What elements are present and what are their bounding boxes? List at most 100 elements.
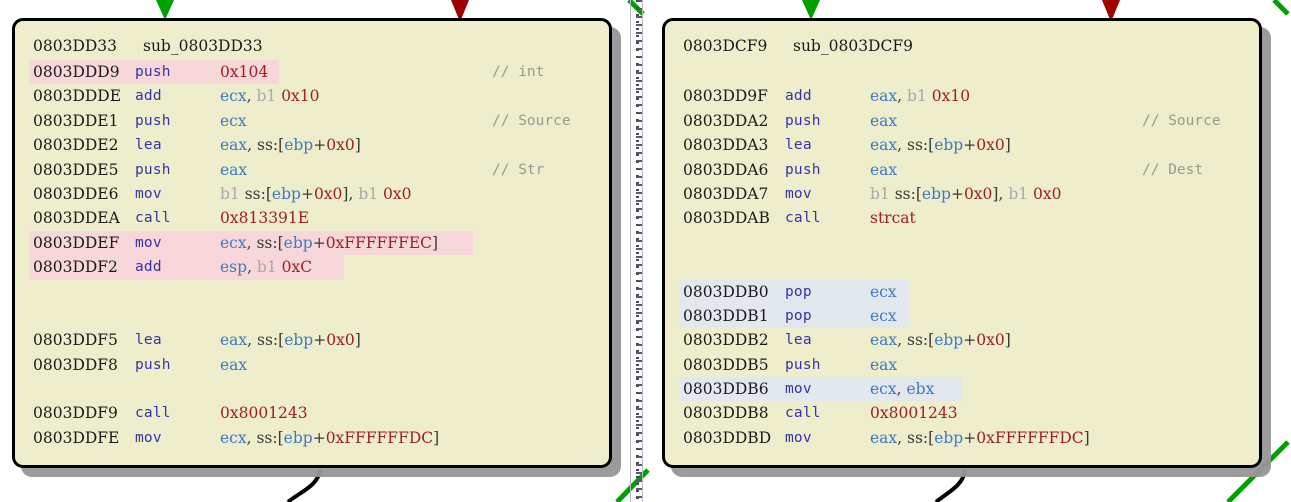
instruction-address[interactable]: 0803DDB5 — [683, 353, 769, 377]
code-row[interactable]: 0803DDB6 mov ecx, ebx — [665, 377, 1259, 402]
instruction-mnemonic[interactable]: add — [135, 255, 162, 279]
instruction-mnemonic[interactable]: add — [785, 84, 812, 108]
instruction-operands[interactable]: eax — [220, 158, 247, 182]
instruction-mnemonic[interactable]: push — [785, 158, 821, 182]
instruction-operands[interactable]: eax, ss:[ebp+0xFFFFFFDC] — [870, 426, 1090, 450]
instruction-operands[interactable]: eax, ss:[ebp+0x0] — [220, 133, 361, 157]
instruction-address[interactable]: 0803DDE1 — [33, 109, 118, 133]
instruction-mnemonic[interactable]: push — [135, 353, 171, 377]
disassembly-block-left[interactable]: 0803DD33 sub_0803DD33 0803DDD9 push 0x104 // … — [12, 18, 612, 468]
code-row[interactable]: 0803DDA2 push eax // Source — [665, 109, 1259, 133]
instruction-mnemonic[interactable]: mov — [135, 182, 162, 206]
instruction-mnemonic[interactable]: mov — [135, 231, 162, 255]
instruction-address[interactable]: 0803DDB1 — [683, 304, 769, 328]
instruction-operands[interactable]: eax — [870, 109, 897, 133]
code-row[interactable]: 0803DDEA call 0x813391E — [15, 206, 609, 230]
instruction-operands[interactable]: ecx, ss:[ebp+0xFFFFFFEC] — [220, 231, 438, 255]
instruction-address[interactable]: 0803DDDE — [33, 84, 121, 108]
code-row[interactable]: 0803DDD9 push 0x104 // int — [15, 60, 609, 85]
code-row[interactable]: 0803DDA6 push eax // Dest — [665, 158, 1259, 182]
code-row[interactable]: 0803DDB5 push eax — [665, 353, 1259, 377]
instruction-mnemonic[interactable]: mov — [785, 426, 812, 450]
code-row[interactable]: 0803DD9F add eax, b1 0x10 — [665, 84, 1259, 108]
instruction-mnemonic[interactable]: pop — [785, 304, 812, 328]
instruction-address[interactable]: 0803DDAB — [683, 206, 770, 230]
code-row[interactable]: 0803DDDE add ecx, b1 0x10 — [15, 84, 609, 108]
code-row[interactable]: 0803DDF2 add esp, b1 0xC — [15, 255, 609, 280]
instruction-address[interactable]: 0803DDEA — [33, 206, 120, 230]
instruction-operands[interactable]: 0x813391E — [220, 206, 309, 230]
instruction-mnemonic[interactable]: push — [785, 353, 821, 377]
instruction-mnemonic[interactable]: add — [135, 84, 162, 108]
instruction-operands[interactable]: eax — [870, 353, 897, 377]
code-row[interactable]: 0803DDA7 mov b1 ss:[ebp+0x0], b1 0x0 — [665, 182, 1259, 206]
instruction-operands[interactable]: ecx — [870, 280, 897, 304]
function-header-name[interactable]: sub_0803DD33 — [143, 34, 263, 58]
instruction-mnemonic[interactable]: call — [785, 401, 821, 425]
code-row[interactable]: 0803DDF8 push eax — [15, 353, 609, 377]
instruction-address[interactable]: 0803DDF2 — [33, 255, 118, 279]
instruction-address[interactable]: 0803DD9F — [683, 84, 768, 108]
code-row[interactable]: 0803DDE6 mov b1 ss:[ebp+0x0], b1 0x0 — [15, 182, 609, 206]
instruction-address[interactable]: 0803DDD9 — [33, 60, 120, 84]
instruction-mnemonic[interactable]: mov — [785, 377, 812, 401]
instruction-address[interactable]: 0803DDF5 — [33, 328, 118, 352]
instruction-operands[interactable]: esp, b1 0xC — [220, 255, 312, 279]
code-row[interactable]: 0803DDB1 pop ecx — [665, 303, 1259, 329]
instruction-address[interactable]: 0803DDB0 — [683, 280, 769, 304]
instruction-mnemonic[interactable]: push — [135, 109, 171, 133]
instruction-mnemonic[interactable]: mov — [135, 426, 162, 450]
code-row[interactable]: 0803DDB2 lea eax, ss:[ebp+0x0] — [665, 328, 1259, 352]
instruction-operands[interactable]: b1 ss:[ebp+0x0], b1 0x0 — [220, 182, 412, 206]
code-row[interactable]: 0803DDFE mov ecx, ss:[ebp+0xFFFFFFDC] — [15, 426, 609, 450]
instruction-operands[interactable]: ecx — [220, 109, 247, 133]
code-row[interactable]: 0803DDB0 pop ecx — [665, 279, 1259, 304]
instruction-operands[interactable]: b1 ss:[ebp+0x0], b1 0x0 — [870, 182, 1062, 206]
instruction-address[interactable]: 0803DDB8 — [683, 401, 769, 425]
code-row[interactable]: 0803DDAB call strcat — [665, 206, 1259, 230]
instruction-operands[interactable]: eax, ss:[ebp+0x0] — [870, 133, 1011, 157]
instruction-address[interactable]: 0803DDA2 — [683, 109, 768, 133]
instruction-address[interactable]: 0803DDE2 — [33, 133, 118, 157]
instruction-operands[interactable]: eax, ss:[ebp+0x0] — [870, 328, 1011, 352]
instruction-mnemonic[interactable]: pop — [785, 280, 812, 304]
code-row[interactable]: 0803DDB8 call 0x8001243 — [665, 401, 1259, 425]
disassembly-block-right[interactable]: 0803DCF9 sub_0803DCF9 0803DD9F add eax, b1 0… — [662, 18, 1262, 468]
instruction-address[interactable]: 0803DDA6 — [683, 158, 768, 182]
instruction-address[interactable]: 0803DDE5 — [33, 158, 118, 182]
instruction-operands[interactable]: eax, b1 0x10 — [870, 84, 970, 108]
instruction-address[interactable]: 0803DDB6 — [683, 377, 769, 401]
code-row[interactable]: 0803DDA3 lea eax, ss:[ebp+0x0] — [665, 133, 1259, 157]
instruction-mnemonic[interactable]: call — [785, 206, 821, 230]
instruction-operands[interactable]: eax — [220, 353, 247, 377]
instruction-mnemonic[interactable]: lea — [135, 133, 162, 157]
code-row[interactable]: 0803DDE5 push eax // Str — [15, 158, 609, 182]
instruction-operands[interactable]: 0x104 — [220, 60, 268, 84]
instruction-operands[interactable]: 0x8001243 — [220, 401, 308, 425]
function-header-name[interactable]: sub_0803DCF9 — [793, 34, 913, 58]
code-row[interactable]: 0803DDE1 push ecx // Source — [15, 109, 609, 133]
instruction-address[interactable]: 0803DDF9 — [33, 401, 118, 425]
instruction-address[interactable]: 0803DDEF — [33, 231, 119, 255]
instruction-mnemonic[interactable]: push — [135, 60, 171, 84]
instruction-mnemonic[interactable]: call — [135, 401, 171, 425]
instruction-mnemonic[interactable]: mov — [785, 182, 812, 206]
code-row[interactable]: 0803DDE2 lea eax, ss:[ebp+0x0] — [15, 133, 609, 157]
instruction-operands[interactable]: strcat — [870, 206, 916, 230]
instruction-operands[interactable]: eax, ss:[ebp+0x0] — [220, 328, 361, 352]
code-row[interactable]: 0803DDBD mov eax, ss:[ebp+0xFFFFFFDC] — [665, 426, 1259, 450]
code-row[interactable]: 0803DDF9 call 0x8001243 — [15, 401, 609, 425]
instruction-operands[interactable]: ecx, ss:[ebp+0xFFFFFFDC] — [220, 426, 439, 450]
instruction-address[interactable]: 0803DDA3 — [683, 133, 768, 157]
code-row[interactable]: 0803DDEF mov ecx, ss:[ebp+0xFFFFFFEC] — [15, 230, 609, 256]
instruction-mnemonic[interactable]: lea — [785, 328, 812, 352]
instruction-operands[interactable]: ecx, b1 0x10 — [220, 84, 320, 108]
instruction-address[interactable]: 0803DDF8 — [33, 353, 118, 377]
instruction-address[interactable]: 0803DDE6 — [33, 182, 118, 206]
instruction-operands[interactable]: ecx — [870, 304, 897, 328]
instruction-address[interactable]: 0803DDFE — [33, 426, 119, 450]
instruction-operands[interactable]: ecx, ebx — [870, 377, 934, 401]
instruction-address[interactable]: 0803DDBD — [683, 426, 771, 450]
code-row[interactable]: 0803DDF5 lea eax, ss:[ebp+0x0] — [15, 328, 609, 352]
instruction-address[interactable]: 0803DDA7 — [683, 182, 768, 206]
